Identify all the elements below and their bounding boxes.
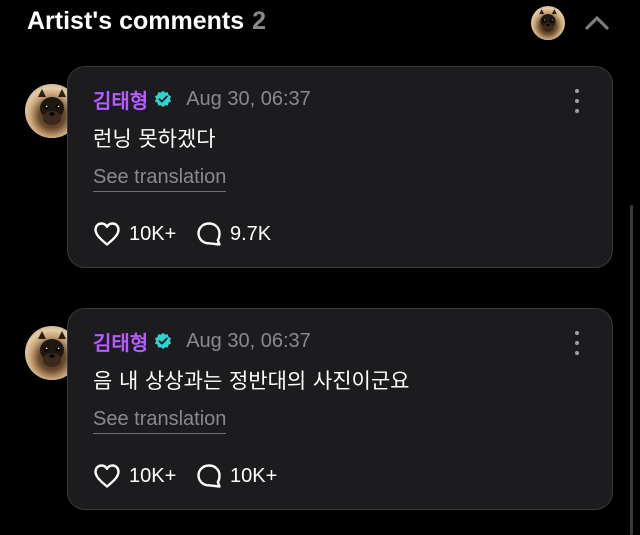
comment-card: 김태형 Aug 30, 06:37 음 내 상상과는 정반대의 사진이군요 Se… (67, 308, 613, 510)
reply-button[interactable]: 10K+ (196, 461, 277, 491)
comment-timestamp: Aug 30, 06:37 (186, 87, 311, 110)
comment-header: 김태형 Aug 30, 06:37 (93, 85, 311, 113)
more-options-icon (575, 89, 579, 93)
heart-icon (94, 464, 120, 488)
artist-comments-header: Artist's comments 2 (0, 0, 640, 46)
collapse-button[interactable] (580, 8, 614, 38)
comment-bubble-icon (197, 464, 221, 488)
more-options-button[interactable] (570, 89, 584, 113)
comment-text: 런닝 못하겠다 (93, 127, 216, 151)
more-options-button[interactable] (570, 331, 584, 355)
like-button[interactable]: 10K+ (93, 461, 176, 491)
section-title: Artist's comments 2 (27, 7, 266, 36)
like-count: 10K+ (129, 464, 177, 487)
artist-avatar[interactable] (531, 6, 565, 40)
chevron-up-icon (585, 16, 609, 30)
verified-badge-icon (155, 332, 172, 349)
reply-count: 10K+ (230, 464, 278, 487)
comment-timestamp: Aug 30, 06:37 (186, 329, 311, 352)
verified-badge-icon (155, 90, 172, 107)
reply-count: 9.7K (230, 222, 272, 245)
see-translation-link[interactable]: See translation (93, 408, 227, 434)
author-name[interactable]: 김태형 (93, 327, 148, 356)
comment-card: 김태형 Aug 30, 06:37 런닝 못하겠다 See translatio… (67, 66, 613, 268)
comment-text: 음 내 상상과는 정반대의 사진이군요 (93, 369, 410, 393)
section-title-text: Artist's comments (27, 7, 245, 35)
heart-icon (94, 222, 120, 246)
scrollbar[interactable] (630, 205, 633, 535)
comment-header: 김태형 Aug 30, 06:37 (93, 327, 311, 355)
like-count: 10K+ (129, 222, 177, 245)
more-options-icon (575, 331, 579, 335)
comment-count: 2 (252, 7, 267, 35)
author-name[interactable]: 김태형 (93, 85, 148, 114)
comment-bubble-icon (197, 222, 221, 246)
like-button[interactable]: 10K+ (93, 219, 176, 249)
see-translation-link[interactable]: See translation (93, 166, 227, 192)
reply-button[interactable]: 9.7K (196, 219, 271, 249)
